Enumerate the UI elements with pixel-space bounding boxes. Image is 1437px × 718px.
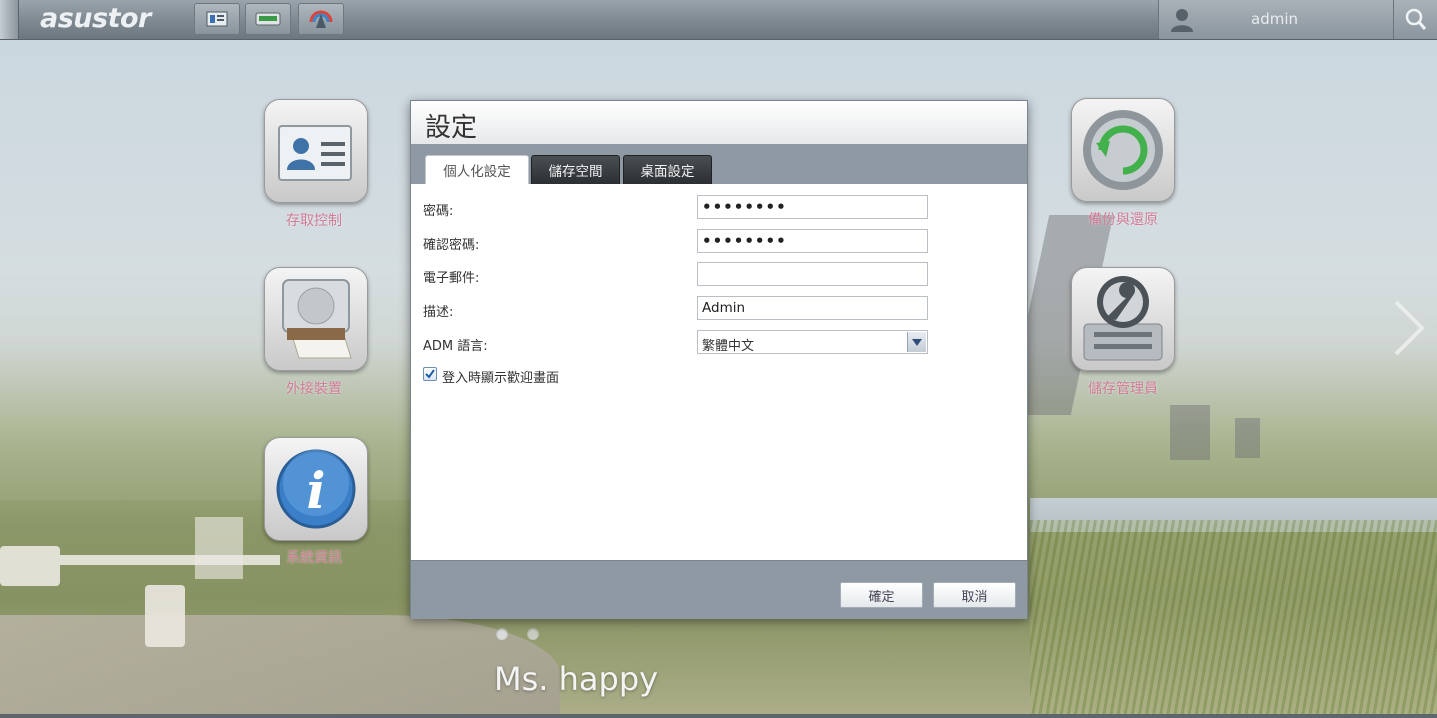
email-field[interactable] bbox=[697, 262, 928, 286]
welcome-screen-checkbox[interactable] bbox=[423, 367, 437, 381]
app-list-icon bbox=[206, 11, 228, 27]
dialog-title: 設定 bbox=[425, 113, 478, 143]
background-reeds bbox=[1030, 520, 1437, 718]
language-label: ADM 語言: bbox=[423, 339, 488, 354]
app-list-button[interactable] bbox=[194, 3, 240, 35]
language-row: ADM 語言: 繁體中文 bbox=[423, 330, 1013, 356]
system-info-label[interactable]: 系統資訊 bbox=[234, 547, 394, 567]
taskbar-strip bbox=[0, 714, 1437, 718]
cancel-button[interactable]: 取消 bbox=[933, 582, 1016, 608]
dialog-tab-bar: 個人化設定 儲存空間 桌面設定 bbox=[411, 144, 1027, 184]
storage-button[interactable] bbox=[245, 3, 291, 35]
system-info-app[interactable]: i bbox=[264, 437, 368, 541]
chevron-down-icon[interactable] bbox=[907, 332, 926, 352]
confirm-password-label: 確認密碼: bbox=[423, 238, 480, 253]
password-field[interactable] bbox=[697, 195, 928, 219]
storage-manager-app[interactable] bbox=[1071, 267, 1175, 371]
user-menu[interactable]: admin bbox=[1158, 0, 1393, 39]
welcome-screen-label: 登入時顯示歡迎畫面 bbox=[442, 371, 560, 386]
language-select[interactable]: 繁體中文 bbox=[697, 330, 928, 354]
desktop-caption: Ms. happy bbox=[494, 660, 659, 698]
background-windmill-far bbox=[1170, 405, 1210, 460]
language-value: 繁體中文 bbox=[702, 339, 755, 354]
tab-personalization[interactable]: 個人化設定 bbox=[425, 155, 529, 184]
password-label: 密碼: bbox=[423, 204, 454, 219]
backup-restore-label[interactable]: 備份與還原 bbox=[1043, 209, 1203, 229]
settings-dialog: 設定 個人化設定 儲存空間 桌面設定 密碼: 確認密碼: 電子郵件: 描述: A… bbox=[410, 100, 1028, 619]
info-icon: i bbox=[276, 449, 356, 529]
external-drive-icon bbox=[282, 279, 352, 359]
svg-text:i: i bbox=[307, 461, 326, 520]
tab-desktop-settings[interactable]: 桌面設定 bbox=[623, 155, 712, 184]
email-label: 電子郵件: bbox=[423, 271, 480, 286]
background-table bbox=[145, 585, 185, 647]
user-icon bbox=[1171, 9, 1193, 32]
top-bar: asustor admin bbox=[0, 0, 1437, 40]
ok-button[interactable]: 確定 bbox=[840, 582, 923, 608]
asustor-logo: asustor bbox=[40, 3, 151, 34]
description-row: 描述: bbox=[423, 296, 1013, 322]
confirm-password-row: 確認密碼: bbox=[423, 229, 1013, 255]
backup-restore-app[interactable] bbox=[1071, 98, 1175, 202]
adm-button[interactable] bbox=[298, 3, 344, 35]
page-dot-2[interactable] bbox=[527, 628, 539, 640]
id-card-icon bbox=[278, 125, 352, 181]
background-stool bbox=[0, 546, 60, 586]
tab-storage-space[interactable]: 儲存空間 bbox=[531, 155, 620, 184]
access-control-label[interactable]: 存取控制 bbox=[234, 210, 394, 230]
access-control-app[interactable] bbox=[264, 99, 368, 203]
backup-icon bbox=[1083, 110, 1163, 190]
dialog-title-bar[interactable]: 設定 bbox=[411, 101, 1027, 145]
adm-icon bbox=[309, 10, 333, 28]
external-devices-label[interactable]: 外接裝置 bbox=[234, 378, 394, 398]
confirm-password-field[interactable] bbox=[697, 229, 928, 253]
search-button[interactable] bbox=[1393, 0, 1437, 39]
storage-icon bbox=[255, 12, 281, 26]
search-icon bbox=[1405, 8, 1427, 30]
storage-wrench-icon bbox=[1083, 276, 1163, 361]
background-path bbox=[0, 615, 560, 718]
sidebar-handle[interactable] bbox=[0, 0, 19, 39]
next-page-arrow-icon[interactable] bbox=[1388, 298, 1428, 358]
dialog-footer: 確定 取消 bbox=[411, 560, 1027, 619]
password-row: 密碼: bbox=[423, 195, 1013, 221]
description-label: 描述: bbox=[423, 305, 454, 320]
external-devices-app[interactable] bbox=[264, 267, 368, 371]
username: admin bbox=[1251, 10, 1298, 28]
checkmark-icon bbox=[425, 369, 435, 379]
background-windmill-far-2 bbox=[1235, 418, 1260, 458]
email-row: 電子郵件: bbox=[423, 262, 1013, 288]
description-field[interactable] bbox=[697, 296, 928, 320]
storage-manager-label[interactable]: 儲存管理員 bbox=[1043, 378, 1203, 398]
page-dot-1[interactable] bbox=[496, 628, 508, 640]
